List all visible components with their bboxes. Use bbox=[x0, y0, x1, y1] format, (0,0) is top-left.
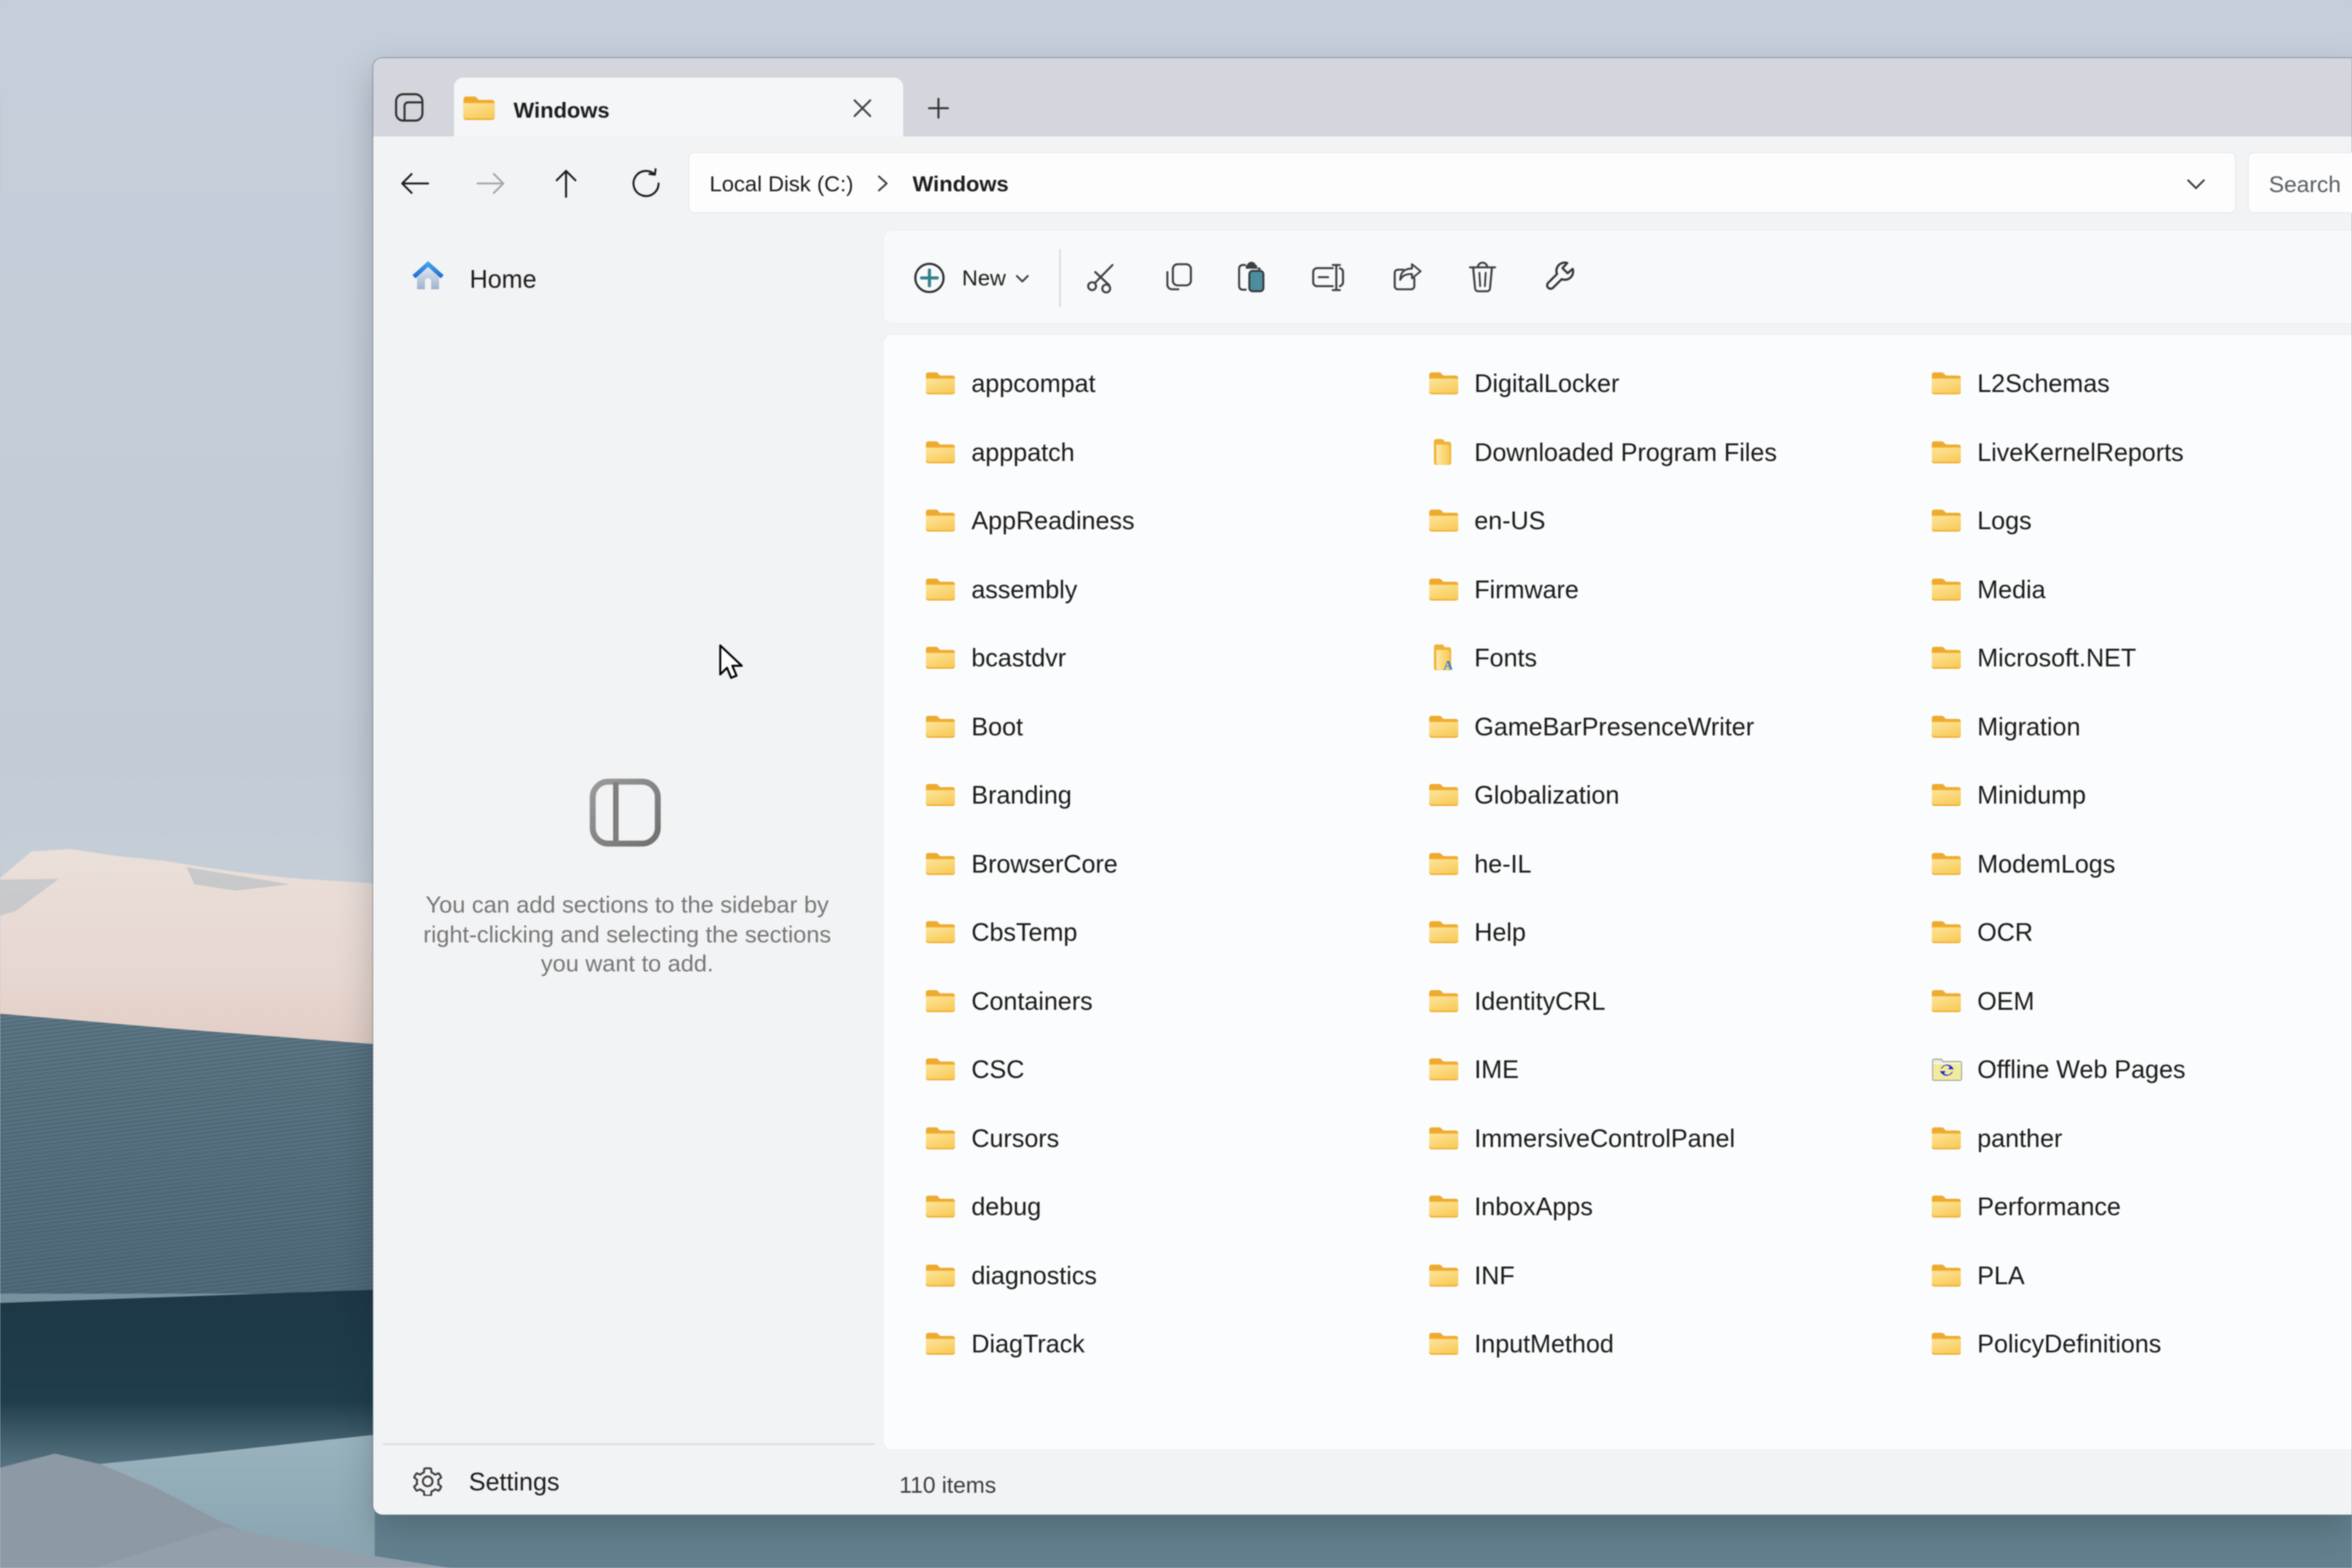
svg-text:A: A bbox=[1443, 658, 1453, 671]
